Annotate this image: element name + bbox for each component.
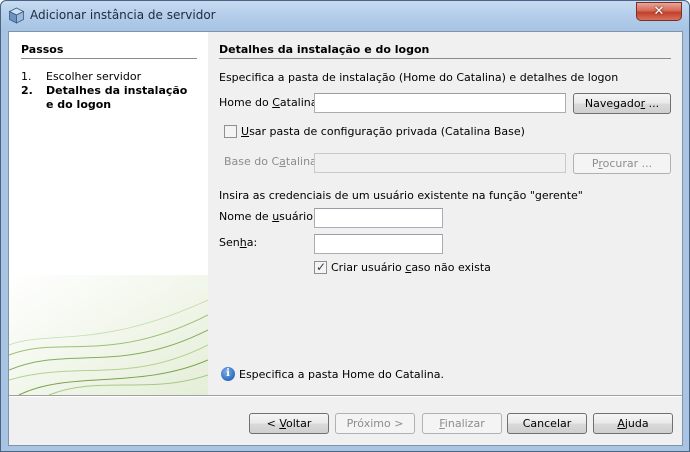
back-button[interactable]: < Voltar <box>249 413 329 434</box>
dialog-window: Adicionar instância de servidor ✕ Passos… <box>0 0 690 452</box>
browse-home-button[interactable]: Navegador ... <box>573 93 671 114</box>
private-config-label[interactable]: Usar pasta de configuração privada (Cata… <box>241 125 525 138</box>
checkmark-icon: ✓ <box>316 260 327 274</box>
info-message: Especifica a pasta Home do Catalina. <box>239 368 444 381</box>
finish-button[interactable]: Finalizar <box>422 413 502 434</box>
catalina-base-input[interactable] <box>314 153 566 173</box>
dialog-client-area: Passos 1. Escolher servidor 2. Detalhes … <box>8 31 683 446</box>
step-label: Detalhes da instalação e do logon <box>46 84 188 111</box>
content-panel: Detalhes da instalação e do logon Especi… <box>208 32 682 395</box>
cancel-button[interactable]: Cancelar <box>507 413 587 434</box>
decorative-swoosh-graphic <box>9 275 208 395</box>
help-button[interactable]: Ajuda <box>593 413 673 434</box>
create-user-label[interactable]: Criar usuário caso não exista <box>331 261 491 274</box>
username-label: Nome de usuário: <box>219 210 317 223</box>
section-description: Especifica a pasta de instalação (Home d… <box>219 71 619 84</box>
section-divider <box>219 58 671 59</box>
catalina-home-input[interactable] <box>314 93 566 113</box>
next-button[interactable]: Próximo > <box>335 413 415 434</box>
footer-divider-highlight <box>9 396 682 397</box>
credentials-instruction: Insira as credenciais de um usuário exis… <box>219 189 583 202</box>
title-bar[interactable]: Adicionar instância de servidor ✕ <box>1 1 689 31</box>
close-icon: ✕ <box>653 4 665 19</box>
username-input[interactable] <box>314 208 443 228</box>
info-icon: i <box>221 367 235 381</box>
window-title: Adicionar instância de servidor <box>30 8 216 22</box>
steps-panel: Passos 1. Escolher servidor 2. Detalhes … <box>9 32 208 395</box>
create-user-checkbox[interactable]: ✓ <box>314 260 327 274</box>
password-label: Senha: <box>219 236 258 249</box>
step-label: Escolher servidor <box>46 70 142 83</box>
browse-base-button[interactable]: Procurar ... <box>573 153 671 174</box>
private-config-checkbox[interactable] <box>224 125 237 138</box>
app-cube-icon <box>8 7 25 24</box>
catalina-home-label: Home do Catalina: <box>219 96 322 109</box>
step-number: 1. <box>21 70 32 83</box>
steps-divider <box>21 58 197 59</box>
close-button[interactable]: ✕ <box>636 2 682 21</box>
catalina-base-label: Base do Catalina: <box>224 155 321 168</box>
steps-heading: Passos <box>21 43 64 56</box>
section-heading: Detalhes da instalação e do logon <box>219 43 430 56</box>
password-input[interactable] <box>314 234 443 254</box>
step-number: 2. <box>21 84 33 97</box>
